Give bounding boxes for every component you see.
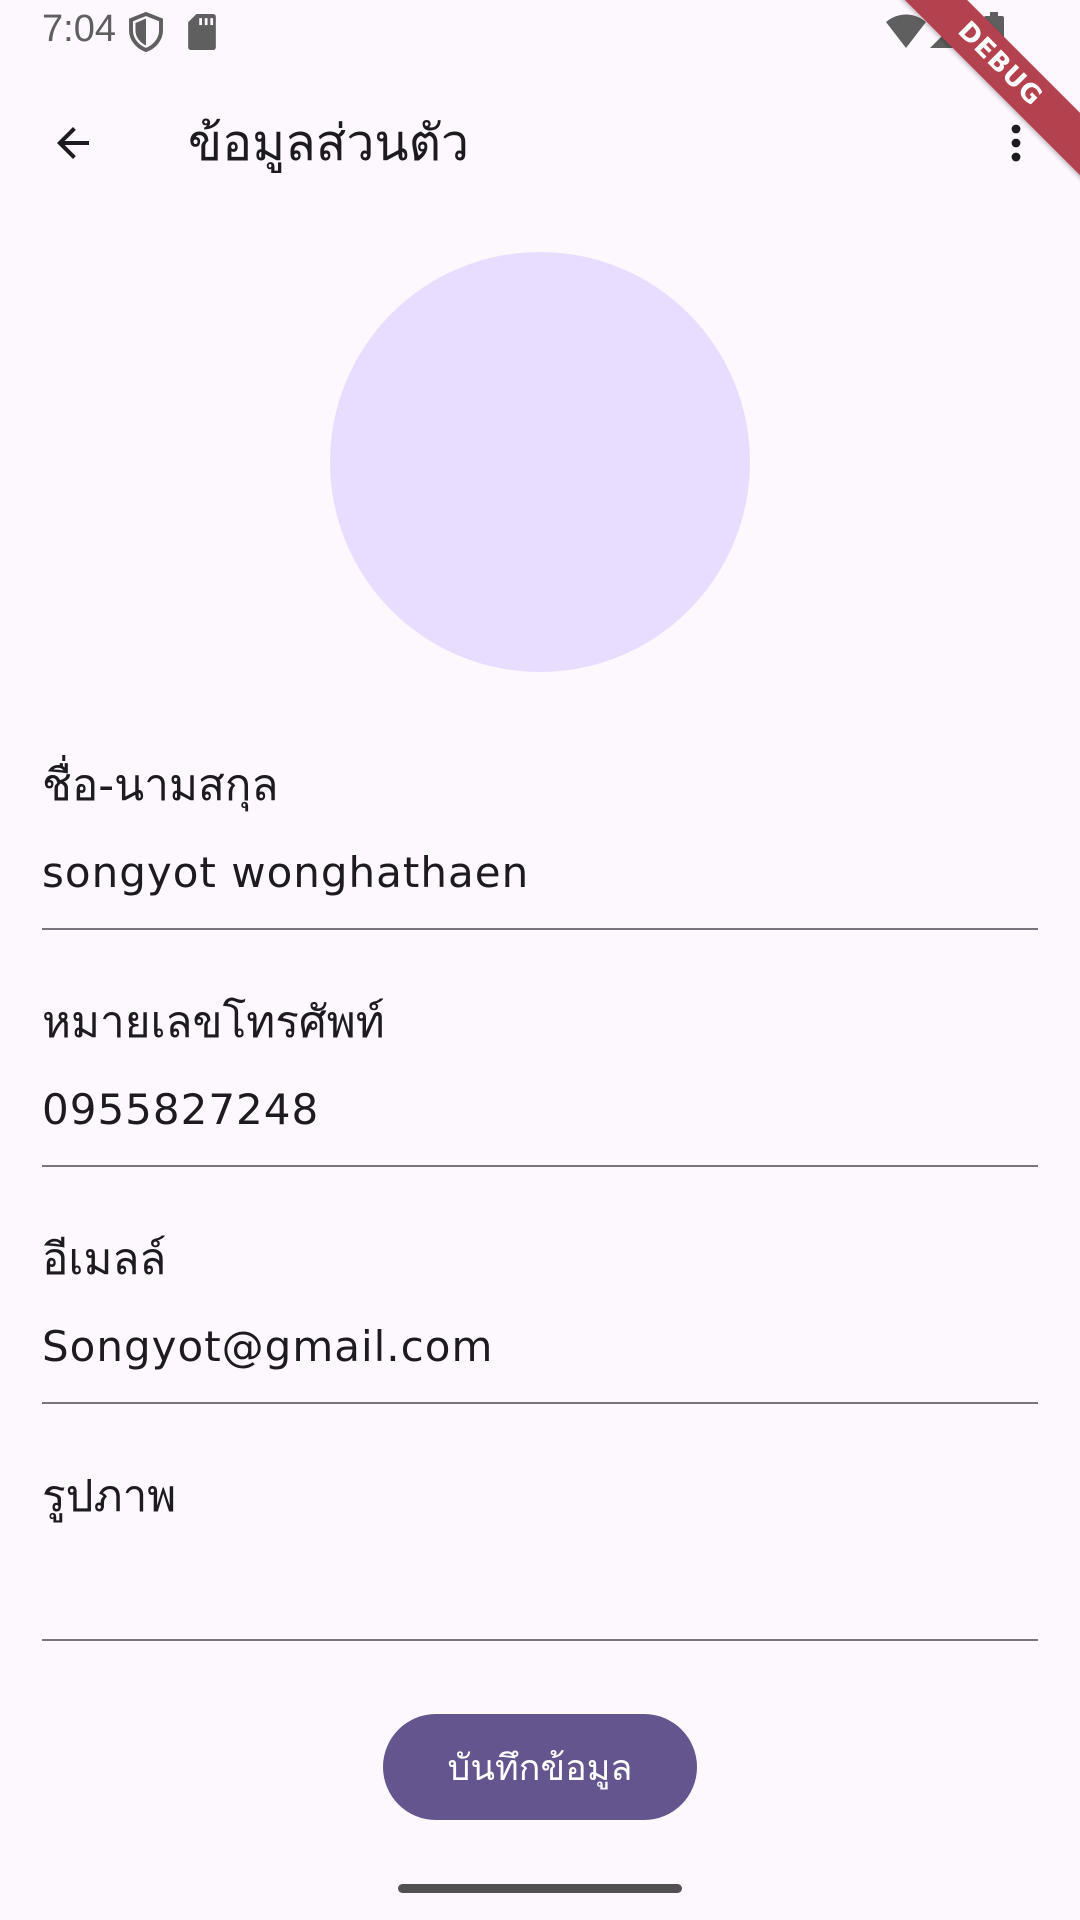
phone-input[interactable]: 0955827248 <box>42 1085 319 1134</box>
sd-card-icon <box>188 14 216 50</box>
name-input[interactable]: songyot wonghathaen <box>42 848 529 897</box>
save-button[interactable]: บันทึกข้อมูล <box>383 1714 697 1820</box>
status-bar: 7:04 DEBUG <box>0 0 1080 186</box>
status-time: 7:04 <box>42 8 116 50</box>
back-button[interactable] <box>28 98 118 188</box>
page-title: ข้อมูลส่วนตัว <box>188 114 470 172</box>
app-bar: ข้อมูลส่วนตัว <box>0 80 1080 200</box>
avatar[interactable] <box>330 252 750 672</box>
email-field[interactable]: อีเมลล์ Songyot@gmail.com <box>42 1204 1038 1404</box>
image-field[interactable]: รูปภาพ <box>42 1441 1038 1641</box>
email-input[interactable]: Songyot@gmail.com <box>42 1322 493 1371</box>
image-label: รูปภาพ <box>42 1471 177 1522</box>
phone-label: หมายเลขโทรศัพท์ <box>42 997 385 1048</box>
wifi-icon <box>886 14 926 48</box>
name-label: ชื่อ-นามสกุล <box>42 760 279 811</box>
more-vert-icon <box>1011 124 1021 162</box>
phone-field[interactable]: หมายเลขโทรศัพท์ 0955827248 <box>42 967 1038 1167</box>
name-field[interactable]: ชื่อ-นามสกุล songyot wonghathaen <box>42 730 1038 930</box>
arrow-back-icon <box>57 127 89 159</box>
shield-icon <box>129 12 163 52</box>
email-label: อีเมลล์ <box>42 1234 167 1285</box>
home-indicator[interactable] <box>398 1884 682 1893</box>
more-options-button[interactable] <box>980 98 1052 188</box>
